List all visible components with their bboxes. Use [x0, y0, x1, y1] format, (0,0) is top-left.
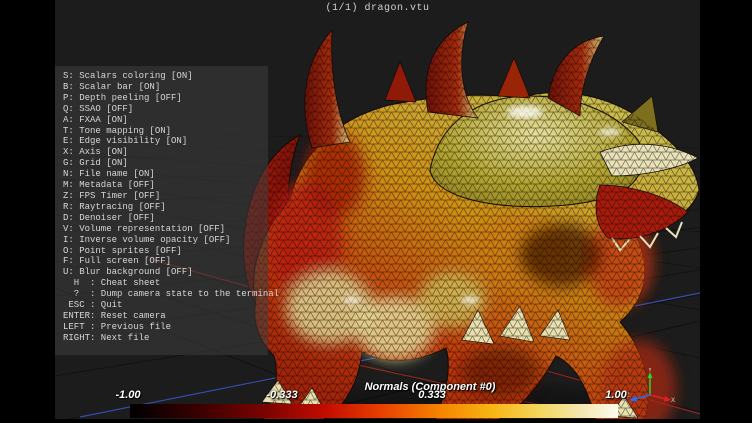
scalar-bar-gradient: [130, 404, 618, 418]
dragon-model: [230, 15, 700, 419]
cheat-line: D: Denoiser [OFF]: [63, 213, 268, 224]
scalar-bar-tick-low: -0.333: [266, 389, 297, 401]
scalar-bar-tick-max: 1.00: [605, 389, 626, 401]
cheat-line: RIGHT: Next file: [63, 333, 268, 344]
cheat-line: B: Scalar bar [ON]: [63, 82, 268, 93]
cheat-line: ESC : Quit: [63, 300, 268, 311]
scalar-bar-tick-min: -1.00: [115, 389, 140, 401]
3d-viewport[interactable]: Y X Z S: Scalars coloring [ON] B: Scalar…: [55, 0, 700, 419]
x-axis-label: X: [671, 398, 675, 404]
cheat-sheet-panel: S: Scalars coloring [ON] B: Scalar bar […: [55, 66, 268, 355]
scalar-bar-tick-high: 0.333: [418, 389, 446, 401]
cheat-line: LEFT : Previous file: [63, 322, 268, 333]
cheat-line: I: Inverse volume opacity [OFF]: [63, 235, 268, 246]
cheat-line: E: Edge visibility [ON]: [63, 136, 268, 147]
cheat-line: S: Scalars coloring [ON]: [63, 71, 268, 82]
file-name-title: (1/1) dragon.vtu: [55, 3, 700, 14]
cheat-line: N: File name [ON]: [63, 169, 268, 180]
f3d-window: Y X Z S: Scalars coloring [ON] B: Scalar…: [0, 0, 752, 423]
cheat-line: H : Cheat sheet: [63, 278, 268, 289]
y-axis-label: Y: [648, 368, 652, 374]
cheat-line: T: Tone mapping [ON]: [63, 126, 268, 137]
cheat-line: A: FXAA [ON]: [63, 115, 268, 126]
cheat-line: ? : Dump camera state to the terminal: [63, 289, 268, 300]
cheat-line: M: Metadata [OFF]: [63, 180, 268, 191]
axes-widget[interactable]: Y X Z: [625, 368, 675, 416]
cheat-line: R: Raytracing [OFF]: [63, 202, 268, 213]
cheat-line: Q: SSAO [OFF]: [63, 104, 268, 115]
cheat-line: V: Volume representation [OFF]: [63, 224, 268, 235]
cheat-line: F: Full screen [OFF]: [63, 256, 268, 267]
z-axis-arrow: [629, 396, 637, 402]
x-axis-arrow: [664, 396, 671, 402]
cheat-line: Z: FPS Timer [OFF]: [63, 191, 268, 202]
cheat-line: O: Point sprites [OFF]: [63, 246, 268, 257]
cheat-line: U: Blur background [OFF]: [63, 267, 268, 278]
cheat-line: G: Grid [ON]: [63, 158, 268, 169]
cheat-line: ENTER: Reset camera: [63, 311, 268, 322]
cheat-line: X: Axis [ON]: [63, 147, 268, 158]
cheat-line: P: Depth peeling [OFF]: [63, 93, 268, 104]
